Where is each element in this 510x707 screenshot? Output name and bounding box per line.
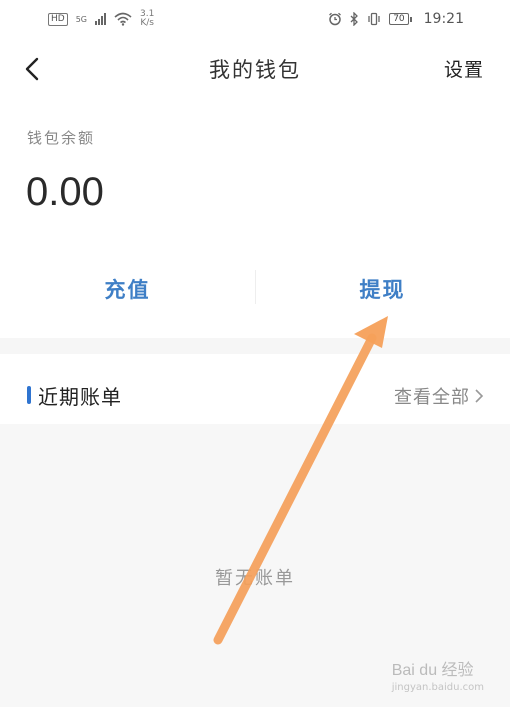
recharge-button[interactable]: 充值 [0,274,255,304]
status-left: HD 5G 3.1 K/s [48,10,154,28]
bluetooth-icon [350,12,359,26]
status-bar: HD 5G 3.1 K/s 70 19:21 [0,0,510,38]
network-speed: 3.1 K/s [140,9,155,28]
nav-bar: 我的钱包 设置 [0,42,510,96]
signal-icon [95,13,106,25]
recent-bills-title: 近期账单 [38,385,122,409]
empty-bills-text: 暂无账单 [215,568,295,589]
hd-badge: HD [48,12,68,26]
balance-value: 0.00 [26,170,104,214]
vibrate-icon [368,12,380,26]
view-all-button[interactable]: 查看全部 [394,383,484,409]
view-all-label: 查看全部 [394,387,470,408]
page-title: 我的钱包 [209,58,301,82]
clock: 19:21 [423,11,464,27]
section-gap [0,338,510,354]
alarm-icon [329,12,342,26]
action-divider [255,270,256,304]
recent-bills-header: 近期账单 查看全部 [0,354,510,424]
settings-button[interactable]: 设置 [444,55,484,82]
back-arrow-icon[interactable] [20,56,46,82]
chevron-right-icon [475,389,484,403]
wallet-actions: 充值 提现 [0,258,510,320]
watermark: Bai du 经验 jingyan.baidu.com [392,656,484,693]
status-right: 70 19:21 [328,11,464,27]
battery-icon: 70 [389,13,412,25]
network-type: 5G [75,14,87,24]
balance-label: 钱包余额 [27,129,96,147]
withdraw-button[interactable]: 提现 [255,274,510,304]
section-indicator [27,386,31,404]
watermark-url: jingyan.baidu.com [391,682,484,693]
wifi-icon [114,12,132,26]
watermark-brand: Bai du 经验 [391,662,474,679]
